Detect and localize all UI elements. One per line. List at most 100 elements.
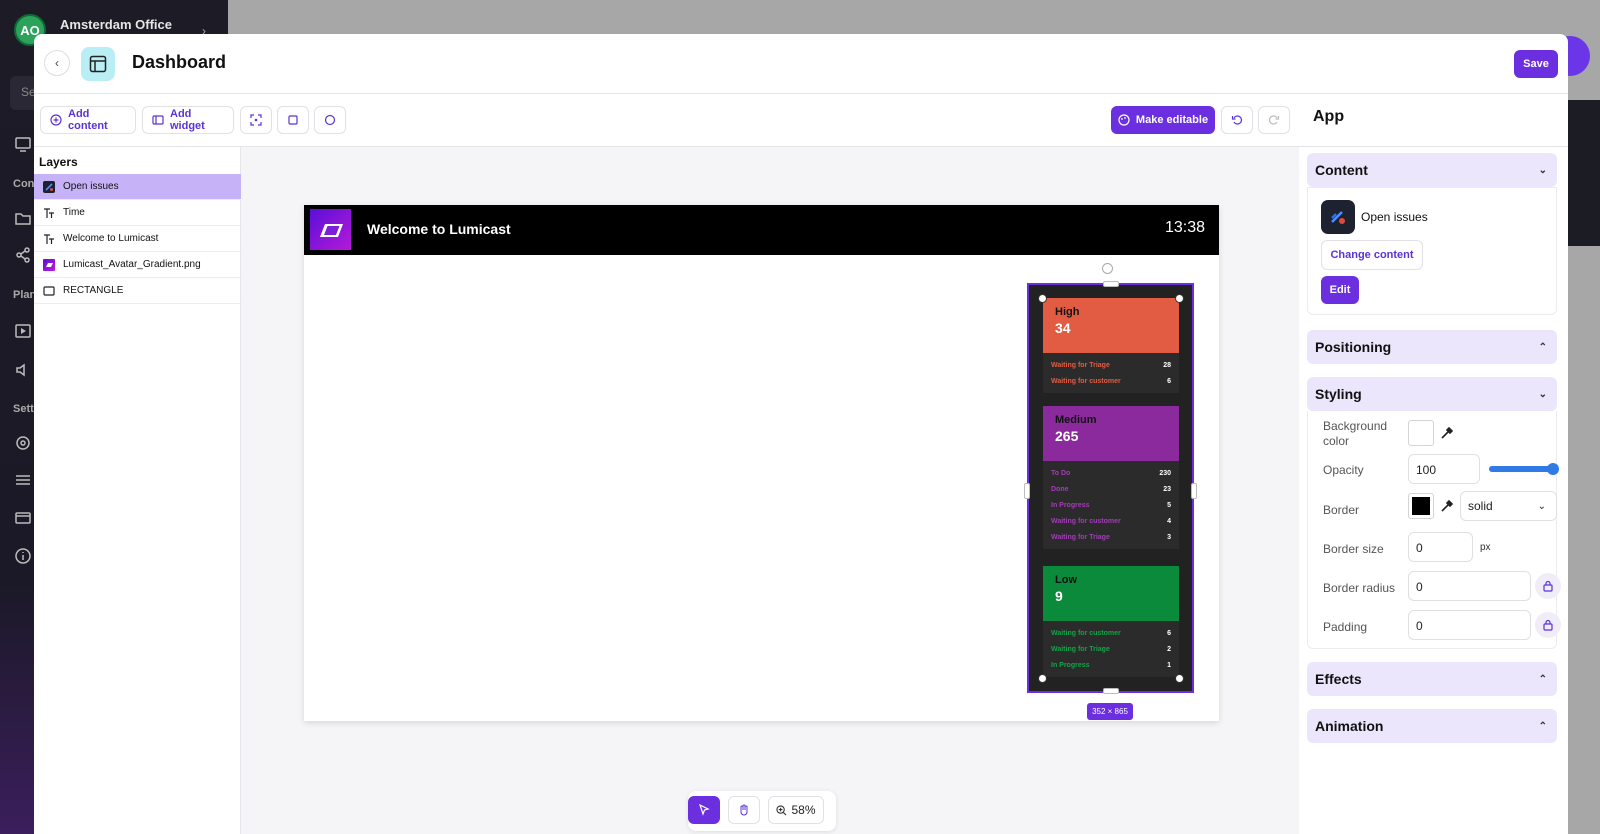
undo-icon xyxy=(1231,114,1243,126)
screen-preview[interactable]: Welcome to Lumicast 13:38 High 34 Waitin… xyxy=(304,205,1219,721)
resize-handle-right[interactable] xyxy=(1191,483,1197,499)
share-icon[interactable] xyxy=(14,246,32,264)
priority-stats-low: Waiting for customer 6 Waiting for Triage… xyxy=(1043,621,1179,677)
animation-section-header[interactable]: Animation ⌃ xyxy=(1307,709,1557,743)
opacity-input[interactable]: 100 xyxy=(1408,454,1480,484)
stat-label: Waiting for customer xyxy=(1051,517,1121,525)
resize-handle-bottom-right[interactable] xyxy=(1175,674,1184,683)
focus-frame-button[interactable] xyxy=(240,106,272,134)
content-section-header[interactable]: Content ⌄ xyxy=(1307,153,1557,187)
pan-tool-button[interactable] xyxy=(728,796,760,824)
stat-row: Waiting for customer 6 xyxy=(1043,373,1179,389)
opacity-slider[interactable] xyxy=(1489,463,1559,475)
effects-section-header[interactable]: Effects ⌃ xyxy=(1307,662,1557,696)
info-icon[interactable] xyxy=(14,547,32,565)
resize-handle-left[interactable] xyxy=(1024,483,1030,499)
background-color-swatch[interactable] xyxy=(1408,420,1434,446)
rotate-handle[interactable] xyxy=(1102,263,1113,274)
lock-button[interactable] xyxy=(1535,612,1561,638)
edit-button[interactable]: Edit xyxy=(1321,276,1359,304)
border-style-select[interactable]: solid ⌄ xyxy=(1460,491,1557,521)
add-circle-button[interactable] xyxy=(314,106,346,134)
section-label-settings: Sett xyxy=(13,403,34,415)
lock-button[interactable] xyxy=(1535,573,1561,599)
select-tool-button[interactable] xyxy=(688,796,720,824)
zoom-control[interactable]: 58% xyxy=(768,796,824,824)
stat-row: In Progress 1 xyxy=(1043,657,1179,673)
stage-header-rectangle[interactable]: Welcome to Lumicast 13:38 xyxy=(304,205,1219,255)
border-radius-input[interactable]: 0 xyxy=(1408,571,1531,601)
design-canvas[interactable]: Welcome to Lumicast 13:38 High 34 Waitin… xyxy=(241,147,1299,834)
layer-item-rectangle[interactable]: RECTANGLE xyxy=(34,278,241,304)
folder-icon[interactable] xyxy=(14,209,32,227)
save-button[interactable]: Save xyxy=(1514,50,1558,78)
priority-stats-medium: To Do 230 Done 23 In Progress 5 Waiting for… xyxy=(1043,461,1179,549)
content-section-body: Open issues Change content Edit xyxy=(1307,187,1557,315)
resize-handle-top[interactable] xyxy=(1103,281,1119,287)
sliders-icon[interactable] xyxy=(14,471,32,489)
play-icon[interactable] xyxy=(14,322,32,340)
redo-button[interactable] xyxy=(1258,106,1290,134)
text-icon xyxy=(43,233,55,245)
square-icon xyxy=(287,114,299,126)
background-color-label: Background color xyxy=(1323,419,1388,448)
positioning-section-header[interactable]: Positioning ⌃ xyxy=(1307,330,1557,364)
card-icon[interactable] xyxy=(14,509,32,527)
add-rectangle-button[interactable] xyxy=(277,106,309,134)
padding-input[interactable]: 0 xyxy=(1408,610,1531,640)
frame-icon xyxy=(250,114,262,126)
layer-label: Lumicast_Avatar_Gradient.png xyxy=(63,259,201,270)
layer-item-time[interactable]: Time xyxy=(34,200,241,226)
layer-item-avatar-image[interactable]: Lumicast_Avatar_Gradient.png xyxy=(34,252,241,278)
resize-handle-top-right[interactable] xyxy=(1175,294,1184,303)
stat-label: Waiting for Triage xyxy=(1051,361,1110,369)
lumicast-logo-image[interactable] xyxy=(310,209,351,250)
palette-icon xyxy=(1118,114,1130,126)
stat-row: Waiting for customer 4 xyxy=(1043,513,1179,529)
canvas-tools: 58% xyxy=(688,791,836,831)
stat-value: 5 xyxy=(1167,501,1171,509)
border-size-input[interactable]: 0 xyxy=(1408,532,1473,562)
chevron-up-icon: ⌃ xyxy=(1538,673,1547,685)
add-widget-button[interactable]: Add widget xyxy=(142,106,234,134)
border-color-swatch[interactable] xyxy=(1408,493,1434,519)
add-widget-label: Add widget xyxy=(170,108,205,132)
eyedropper-icon[interactable] xyxy=(1440,499,1454,513)
border-style-value: solid xyxy=(1468,499,1493,513)
stat-row: Waiting for customer 6 xyxy=(1043,625,1179,641)
monitor-icon[interactable] xyxy=(14,135,32,153)
change-content-button[interactable]: Change content xyxy=(1321,240,1423,270)
layer-item-open-issues[interactable]: Open issues xyxy=(34,174,241,200)
org-name[interactable]: Amsterdam Office xyxy=(60,17,172,32)
layers-title: Layers xyxy=(39,155,78,169)
stat-value: 4 xyxy=(1167,517,1171,525)
page-title: Dashboard xyxy=(132,52,227,72)
layer-item-welcome[interactable]: Welcome to Lumicast xyxy=(34,226,241,252)
resize-handle-bottom[interactable] xyxy=(1103,688,1119,694)
styling-section-header[interactable]: Styling ⌄ xyxy=(1307,377,1557,411)
add-content-button[interactable]: Add content xyxy=(40,106,136,134)
priority-label: High xyxy=(1055,306,1080,318)
speaker-icon[interactable] xyxy=(14,361,32,379)
stat-row: In Progress 5 xyxy=(1043,497,1179,513)
eyedropper-icon[interactable] xyxy=(1440,426,1454,440)
opacity-slider-thumb[interactable] xyxy=(1547,463,1559,475)
back-button[interactable]: ‹ xyxy=(44,50,70,76)
welcome-text[interactable]: Welcome to Lumicast xyxy=(367,221,511,237)
properties-panel: App Content ⌄ Open issues Change content… xyxy=(1299,94,1568,834)
text-icon xyxy=(43,207,55,219)
resize-handle-bottom-left[interactable] xyxy=(1038,674,1047,683)
make-editable-button[interactable]: Make editable xyxy=(1111,106,1215,134)
stat-label: Waiting for Triage xyxy=(1051,533,1110,541)
open-issues-widget[interactable]: High 34 Waiting for Triage 28 Waiting for… xyxy=(1024,281,1197,694)
priority-count: 265 xyxy=(1055,428,1079,444)
border-size-label: Border size xyxy=(1323,542,1384,556)
widget-icon xyxy=(152,114,164,126)
divider xyxy=(1299,146,1568,147)
undo-button[interactable] xyxy=(1221,106,1253,134)
resize-handle-top-left[interactable] xyxy=(1038,294,1047,303)
stat-label: In Progress xyxy=(1051,501,1090,509)
time-text[interactable]: 13:38 xyxy=(1165,219,1205,237)
gear-icon[interactable] xyxy=(14,434,32,452)
stat-label: Waiting for customer xyxy=(1051,377,1121,385)
